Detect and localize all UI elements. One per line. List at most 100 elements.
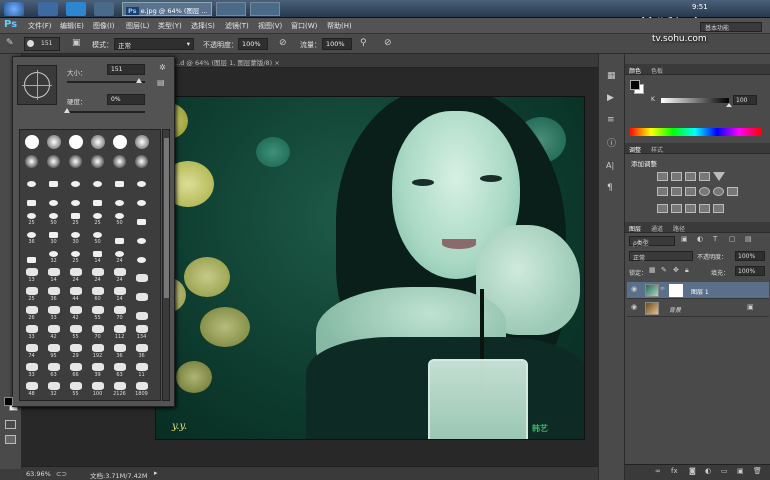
brush-preset[interactable]: 32: [44, 246, 63, 264]
info-panel-icon[interactable]: ⓘ: [607, 140, 616, 149]
hue-saturation-icon[interactable]: [657, 187, 668, 196]
blend-mode-select[interactable]: 正常 ▾: [114, 38, 194, 50]
brush-preset[interactable]: [88, 132, 107, 150]
brush-preset[interactable]: 24: [66, 265, 85, 283]
menu-select[interactable]: 选择(S): [191, 21, 215, 31]
color-lookup-icon[interactable]: [727, 187, 738, 196]
layer-name[interactable]: 图层 1: [691, 287, 709, 296]
brush-preset[interactable]: [44, 189, 63, 207]
history-panel-icon[interactable]: ▦: [607, 72, 616, 81]
new-group-icon[interactable]: ▭: [721, 468, 728, 475]
menu-image[interactable]: 图像(I): [93, 21, 115, 31]
panel-foreground-swatch[interactable]: [630, 80, 640, 90]
brush-preset[interactable]: 112: [110, 322, 129, 340]
brush-preset[interactable]: 42: [66, 303, 85, 321]
menu-type[interactable]: 类型(Y): [158, 21, 182, 31]
opacity-input[interactable]: 100%: [238, 38, 268, 50]
layer-style-icon[interactable]: fx: [671, 468, 678, 475]
brush-preset[interactable]: 24: [110, 265, 129, 283]
paragraph-panel-icon[interactable]: ¶: [607, 184, 613, 193]
gradient-map-icon[interactable]: [713, 204, 724, 213]
gear-icon[interactable]: ✲: [159, 64, 166, 72]
taskbar-app-icon[interactable]: [38, 2, 58, 16]
brush-preset[interactable]: 48: [22, 379, 41, 397]
brush-preset[interactable]: 2126: [110, 379, 129, 397]
filter-adjust-icon[interactable]: ◐: [697, 236, 703, 243]
brush-preset[interactable]: 29: [66, 341, 85, 359]
brush-preset[interactable]: [22, 189, 41, 207]
tab-paths[interactable]: 路径: [673, 224, 685, 233]
brush-preset[interactable]: 1809: [132, 379, 151, 397]
brush-preset[interactable]: [132, 189, 151, 207]
brush-preset[interactable]: 30: [66, 227, 85, 245]
brush-preset[interactable]: [132, 265, 151, 283]
brush-preset[interactable]: 25: [22, 284, 41, 302]
brush-preset[interactable]: [110, 189, 129, 207]
brush-preset[interactable]: 25: [66, 208, 85, 226]
brush-panel-toggle-icon[interactable]: ▣: [72, 39, 81, 48]
brush-preset[interactable]: [66, 151, 85, 169]
layer-row-layer1[interactable]: ◉ ∞ 图层 1: [627, 282, 769, 299]
foreground-color-swatch[interactable]: [4, 397, 13, 406]
brush-preset[interactable]: [66, 170, 85, 188]
character-panel-icon[interactable]: A|: [606, 162, 614, 170]
brush-preset[interactable]: 13: [22, 265, 41, 283]
new-layer-icon[interactable]: ▣: [737, 468, 744, 475]
trash-icon[interactable]: 🗑︎: [753, 468, 762, 475]
brush-preset[interactable]: 192: [88, 341, 107, 359]
brush-preset[interactable]: 36: [22, 227, 41, 245]
lock-all-icon[interactable]: 🔒︎: [685, 267, 689, 274]
layer-opacity-input[interactable]: 100%: [735, 251, 765, 261]
layer-blend-select[interactable]: 正常: [629, 251, 693, 262]
workspace-switcher[interactable]: 基本功能: [700, 22, 762, 32]
taskbar-app-icon[interactable]: [94, 2, 114, 16]
tab-adjustments[interactable]: 调整: [629, 145, 641, 154]
layer-mask-thumbnail[interactable]: [669, 284, 683, 297]
selective-color-icon[interactable]: [699, 204, 710, 213]
brush-preset[interactable]: [66, 189, 85, 207]
preset-scrollbar[interactable]: [162, 129, 170, 401]
menu-view[interactable]: 视图(V): [258, 21, 282, 31]
taskbar-app-icon[interactable]: [250, 2, 280, 16]
fill-input[interactable]: 100%: [735, 266, 765, 276]
hardness-slider-track[interactable]: [67, 111, 145, 113]
properties-panel-icon[interactable]: ≡: [607, 116, 615, 125]
brush-preset[interactable]: 36: [132, 341, 151, 359]
brush-preset-picker[interactable]: 151: [24, 37, 60, 51]
brush-preset[interactable]: 33: [22, 322, 41, 340]
layer-row-background[interactable]: ◉ 背景 ▣: [627, 300, 769, 317]
brush-preset[interactable]: [22, 246, 41, 264]
brush-preset[interactable]: 33: [22, 360, 41, 378]
tab-channels[interactable]: 通道: [651, 224, 663, 233]
airbrush-icon[interactable]: ⚲: [360, 39, 367, 48]
brush-preset[interactable]: 74: [22, 341, 41, 359]
brush-preset[interactable]: 33: [44, 303, 63, 321]
size-slider-track[interactable]: [67, 81, 145, 83]
menu-file[interactable]: 文件(F): [28, 21, 52, 31]
lock-transparent-icon[interactable]: ▦: [649, 267, 656, 274]
brush-preset[interactable]: 95: [44, 341, 63, 359]
hardness-slider-handle[interactable]: [64, 108, 70, 113]
brush-preset[interactable]: 30: [44, 227, 63, 245]
brush-preset[interactable]: [110, 170, 129, 188]
menu-layer[interactable]: 图层(L): [126, 21, 149, 31]
tab-layers[interactable]: 图层: [629, 224, 641, 233]
brush-preset[interactable]: [110, 151, 129, 169]
brush-preset[interactable]: 14: [110, 284, 129, 302]
layer-filter-select[interactable]: ρ类型: [629, 236, 675, 247]
brush-preset[interactable]: [44, 170, 63, 188]
brush-preset[interactable]: 50: [88, 227, 107, 245]
brush-preset[interactable]: 134: [132, 322, 151, 340]
zoom-readout[interactable]: 63.96%: [26, 470, 51, 478]
actions-panel-icon[interactable]: ▶: [607, 94, 614, 103]
pressure-size-icon[interactable]: ⊘: [384, 39, 392, 48]
brush-preset[interactable]: 26: [22, 303, 41, 321]
new-preset-icon[interactable]: ▤: [157, 79, 165, 87]
taskbar-photoshop-window[interactable]: Ps e.jpg @ 64% (图层 ...: [122, 2, 212, 16]
brush-preset[interactable]: 25: [22, 208, 41, 226]
brush-preset[interactable]: 1809: [110, 398, 129, 400]
filter-smart-icon[interactable]: ▤: [745, 236, 752, 243]
image-canvas[interactable]: y.y. 韩艺: [155, 96, 585, 440]
brush-preset[interactable]: [88, 151, 107, 169]
brush-preset[interactable]: 24: [88, 265, 107, 283]
